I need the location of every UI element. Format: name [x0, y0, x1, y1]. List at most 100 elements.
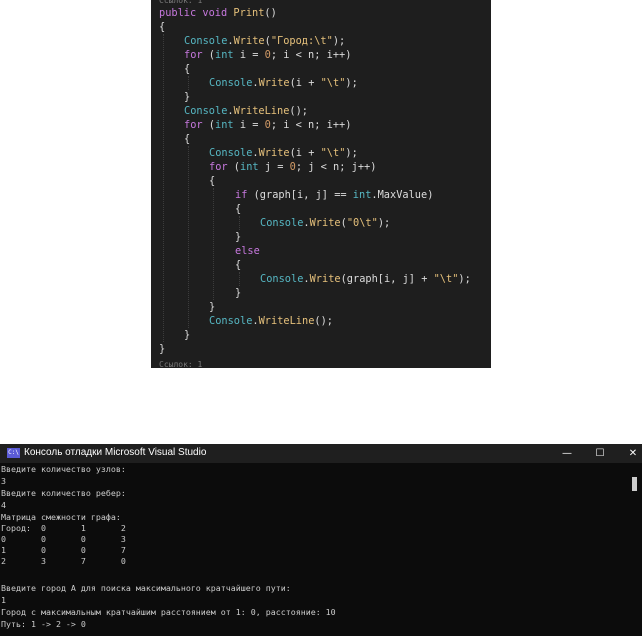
keyword-public: public [159, 7, 197, 19]
loop-condition: ; i < n; i++) [270, 49, 352, 61]
window-titlebar[interactable]: C:\ Консоль отладки Microsoft Visual Stu… [0, 444, 642, 463]
brace-close-for-1: } [184, 91, 191, 103]
code-line-write-header: Console.Write("Город:\t"); [184, 34, 345, 48]
indent-guide [239, 272, 240, 286]
class-console: Console [209, 147, 253, 159]
maximize-button[interactable]: ☐ [585, 444, 615, 463]
console-app-icon[interactable]: C:\ [7, 448, 20, 458]
method-writeline: WriteLine [258, 315, 315, 327]
keyword-for: for [209, 161, 228, 173]
paren-close: ); [377, 217, 391, 229]
console-line: Введите количество ребер: [1, 488, 126, 498]
window-title: Консоль отладки Microsoft Visual Studio [24, 447, 207, 458]
expression: (graph[i, j] + [340, 273, 434, 285]
method-writeline: WriteLine [233, 105, 290, 117]
console-line: Путь: 1 -> 2 -> 0 [1, 619, 86, 629]
brace-close-for-3: } [209, 301, 216, 313]
paren-open: ( [202, 119, 216, 131]
expression: (i + [289, 77, 321, 89]
class-console: Console [184, 35, 228, 47]
brace-open-for-1: { [184, 63, 191, 75]
method-parens: () [264, 7, 277, 19]
brace-open-if: { [235, 203, 242, 215]
code-line-for-1: for (int i = 0; i < n; i++) [184, 48, 351, 62]
paren-close: ); [458, 273, 471, 285]
console-line: Город с максимальным кратчайшим расстоян… [1, 607, 336, 617]
brace-close-for-2: } [184, 329, 191, 341]
scrollbar-thumb[interactable] [632, 477, 637, 491]
code-line-write-i: Console.Write(i + "\t"); [209, 76, 358, 90]
method-name: Print [233, 7, 265, 19]
code-line-if: if (graph[i, j] == int.MaxValue) [235, 188, 433, 202]
indent-guide [163, 34, 164, 342]
code-line-write-zero: Console.Write("0\t"); [260, 216, 390, 230]
method-write: Write [258, 147, 290, 159]
debug-console-window: C:\ Консоль отладки Microsoft Visual Stu… [0, 444, 642, 636]
keyword-int: int [215, 49, 234, 61]
class-console: Console [260, 217, 304, 229]
indent-guide [239, 216, 240, 230]
parens: (); [314, 315, 334, 327]
indent-guide [213, 188, 214, 300]
console-line: Введите количество узлов: [1, 464, 126, 474]
method-write: Write [233, 35, 265, 47]
brace-close: } [159, 343, 166, 355]
paren-close: ); [332, 35, 346, 47]
keyword-for: for [184, 49, 203, 61]
string-literal: "\t" [320, 77, 346, 89]
code-line-write-graph: Console.Write(graph[i, j] + "\t"); [260, 272, 471, 286]
console-line: Город: 0 1 2 [1, 523, 126, 533]
loop-condition: ; j < n; j++) [295, 161, 377, 173]
loop-var: j = [258, 161, 290, 173]
close-button[interactable]: ✕ [618, 444, 642, 463]
method-write: Write [258, 77, 290, 89]
max-value: .MaxValue) [371, 189, 434, 201]
method-signature: public void Print() [159, 6, 277, 20]
expression: (i + [289, 147, 321, 159]
class-console: Console [209, 315, 253, 327]
paren-close: ); [345, 77, 358, 89]
console-line: Введите город А для поиска максимального… [1, 583, 291, 593]
string-literal: "Город:\t" [270, 35, 333, 47]
condition: (graph[i, j] == [247, 189, 353, 201]
code-line-for-2: for (int i = 0; i < n; i++) [184, 118, 351, 132]
codelens-references-next[interactable]: Ссылок: 1 [159, 358, 202, 368]
console-line: 3 [1, 476, 6, 486]
minimize-button[interactable]: — [552, 444, 582, 463]
console-line: 0 0 0 3 [1, 534, 126, 544]
string-literal: "0\t" [346, 217, 378, 229]
vertical-scrollbar[interactable] [628, 463, 642, 636]
code-line-for-3: for (int j = 0; j < n; j++) [209, 160, 376, 174]
code-line-write-i-2: Console.Write(i + "\t"); [209, 146, 358, 160]
keyword-void: void [202, 7, 228, 19]
keyword-for: for [184, 119, 203, 131]
loop-condition: ; i < n; i++) [270, 119, 352, 131]
paren-open: ( [202, 49, 216, 61]
keyword-int: int [240, 161, 259, 173]
console-line: 1 [1, 595, 6, 605]
method-write: Write [309, 273, 341, 285]
string-literal: "\t" [433, 273, 459, 285]
code-line-writeline-2: Console.WriteLine(); [209, 314, 333, 328]
brace-close-if: } [235, 231, 242, 243]
method-write: Write [309, 217, 341, 229]
brace-open-for-2: { [184, 133, 191, 145]
indent-guide [188, 76, 189, 90]
keyword-if: if [235, 189, 248, 201]
keyword-int: int [352, 189, 372, 201]
loop-var: i = [233, 49, 265, 61]
brace-close-else: } [235, 287, 242, 299]
code-editor: Ссылок: 1 public void Print() { Console.… [151, 0, 491, 368]
console-line: 4 [1, 500, 6, 510]
brace-open-for-3: { [209, 175, 216, 187]
paren-open: ( [227, 161, 241, 173]
string-literal: "\t" [320, 147, 346, 159]
console-line: 2 3 7 0 [1, 556, 126, 566]
parens: (); [289, 105, 309, 117]
brace-open-else: { [235, 259, 242, 271]
console-line: 1 0 0 7 [1, 545, 126, 555]
keyword-int: int [215, 119, 234, 131]
brace-open: { [159, 21, 166, 33]
class-console: Console [260, 273, 304, 285]
keyword-else: else [235, 245, 260, 257]
